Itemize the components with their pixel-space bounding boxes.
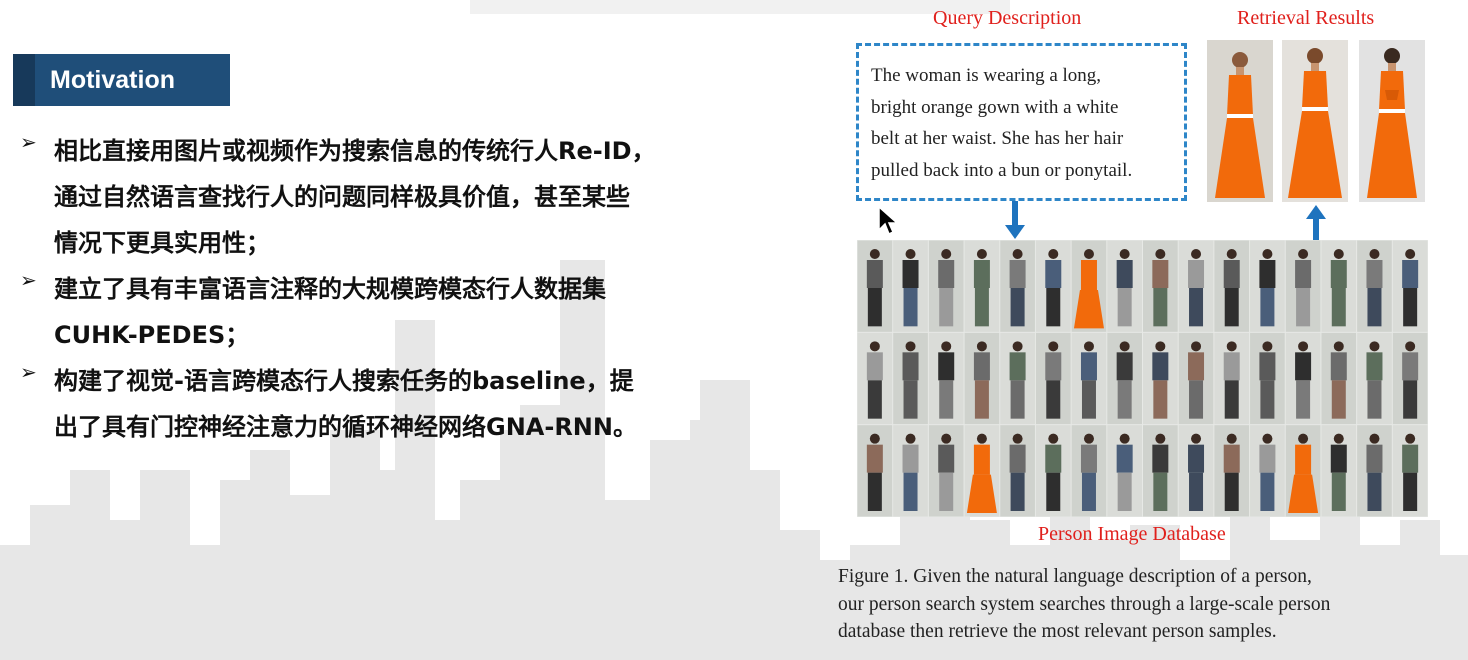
mouse-cursor-icon [878, 206, 899, 236]
section-header: Motivation [13, 54, 230, 106]
bullet-item: ➢ 相比直接用图片或视频作为搜索信息的传统行人Re-ID， 通过自然语言查找行人… [20, 128, 720, 266]
bullet-line: CUHK-PEDES； [54, 321, 250, 349]
bullet-item: ➢ 构建了视觉-语言跨模态行人搜索任务的baseline，提 出了具有门控神经注… [20, 358, 720, 450]
bullet-line: 通过自然语言查找行人的问题同样极具价值，甚至某些 [54, 183, 630, 211]
section-title: Motivation [50, 66, 175, 94]
bullet-line: 建立了具有丰富语言注释的大规模跨模态行人数据集 [54, 275, 606, 303]
bullet-line: 构建了视觉-语言跨模态行人搜索任务的baseline，提 [54, 367, 634, 395]
bullet-arrow-icon: ➢ [20, 130, 37, 154]
bullet-arrow-icon: ➢ [20, 360, 37, 384]
bullet-item: ➢ 建立了具有丰富语言注释的大规模跨模态行人数据集 CUHK-PEDES； [20, 266, 720, 358]
bullet-arrow-icon: ➢ [20, 268, 37, 292]
bullet-line: 相比直接用图片或视频作为搜索信息的传统行人Re-ID， [54, 137, 656, 165]
header-tab-accent [13, 54, 35, 106]
bullet-line: 出了具有门控神经注意力的循环神经网络GNA-RNN。 [54, 413, 637, 441]
bullet-list: ➢ 相比直接用图片或视频作为搜索信息的传统行人Re-ID， 通过自然语言查找行人… [20, 128, 720, 450]
bullet-line: 情况下更具实用性； [54, 229, 270, 257]
